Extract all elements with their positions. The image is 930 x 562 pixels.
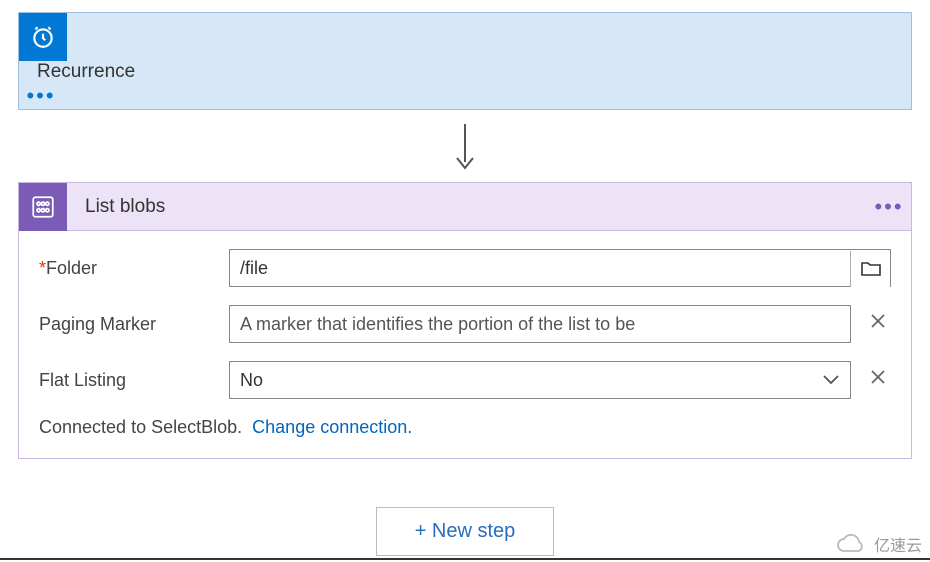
flat-select[interactable]: No xyxy=(229,361,851,399)
paging-placeholder: A marker that identifies the portion of … xyxy=(240,314,635,335)
close-icon xyxy=(869,312,887,330)
flat-row: Flat Listing No xyxy=(39,361,891,399)
watermark-text: 亿速云 xyxy=(874,532,922,556)
recurrence-menu-icon[interactable]: ••• xyxy=(19,83,63,109)
folder-row: *Folder /file xyxy=(39,249,891,287)
listblobs-form: *Folder /file Paging Marker A marker tha… xyxy=(19,231,911,458)
watermark: 亿速云 xyxy=(834,532,922,556)
paging-clear-button[interactable] xyxy=(865,312,891,336)
folder-label: *Folder xyxy=(39,258,229,279)
listblobs-card: List blobs ••• *Folder /file Paging Mark… xyxy=(18,182,912,459)
recurrence-card[interactable]: Recurrence ••• xyxy=(18,12,912,110)
close-icon xyxy=(869,368,887,386)
flat-label: Flat Listing xyxy=(39,370,229,391)
new-step-container: + New step xyxy=(18,507,912,556)
folder-input[interactable]: /file xyxy=(229,249,891,287)
timer-icon xyxy=(19,13,67,61)
change-connection-link[interactable]: Change connection. xyxy=(252,417,412,437)
folder-value: /file xyxy=(240,258,268,279)
new-step-button[interactable]: + New step xyxy=(376,507,555,556)
listblobs-title: List blobs xyxy=(67,196,867,218)
paging-input[interactable]: A marker that identifies the portion of … xyxy=(229,305,851,343)
cloud-icon xyxy=(834,533,868,555)
listblobs-menu-icon[interactable]: ••• xyxy=(867,194,911,220)
folder-icon xyxy=(861,261,881,277)
recurrence-title: Recurrence xyxy=(19,61,911,83)
flat-value: No xyxy=(240,370,263,391)
connection-info: Connected to SelectBlob. Change connecti… xyxy=(39,417,891,438)
paging-row: Paging Marker A marker that identifies t… xyxy=(39,305,891,343)
paging-label: Paging Marker xyxy=(39,314,229,335)
folder-picker-button[interactable] xyxy=(850,251,890,287)
listblobs-header[interactable]: List blobs ••• xyxy=(19,183,911,231)
bottom-border xyxy=(0,558,930,562)
connection-text: Connected to SelectBlob. xyxy=(39,417,242,437)
flat-clear-button[interactable] xyxy=(865,368,891,392)
storage-icon xyxy=(19,183,67,231)
flow-arrow xyxy=(18,110,912,182)
chevron-down-icon xyxy=(822,370,840,391)
